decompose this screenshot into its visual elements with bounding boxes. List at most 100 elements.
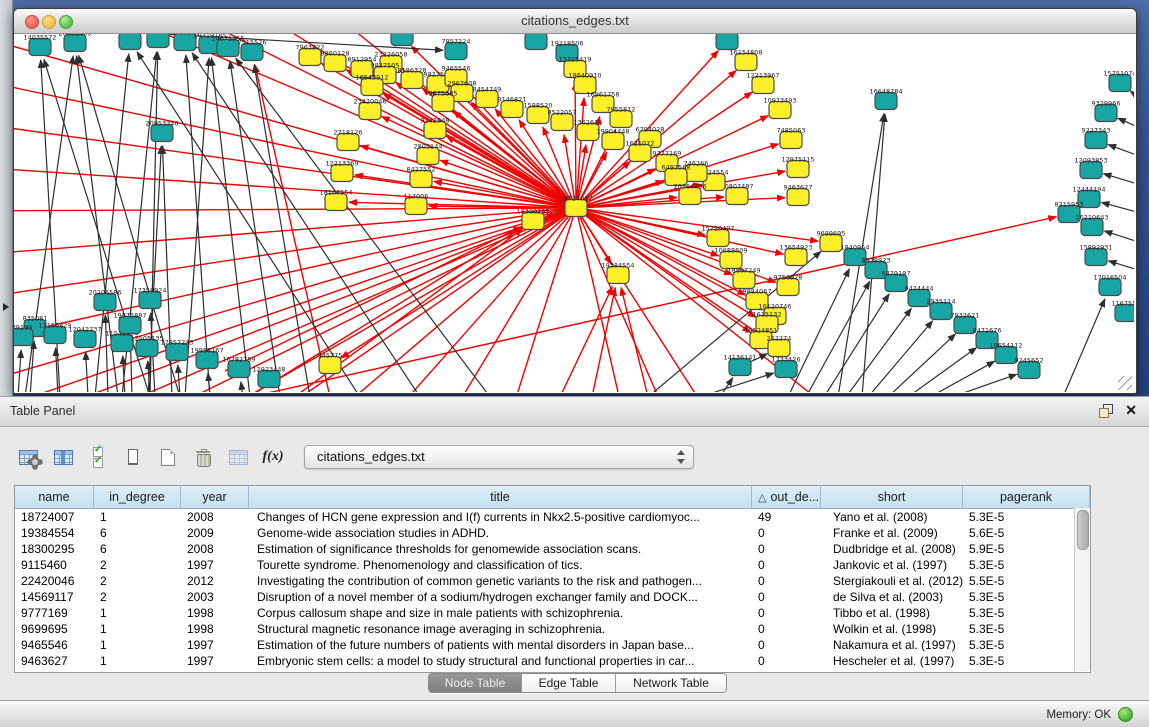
column-header-out-degree[interactable]: △ out_de...: [752, 486, 821, 508]
table-cell[interactable]: Changes of HCN gene expression and I(f) …: [249, 509, 752, 525]
table-cell[interactable]: Tibbo et al. (1998): [821, 605, 963, 621]
graph-edge[interactable]: [824, 294, 889, 392]
citation-network-graph[interactable]: 1872400714035572206914061065328715276022…: [14, 34, 1134, 392]
table-cell[interactable]: 9699695: [15, 621, 94, 637]
table-cell[interactable]: Structural magnetic resonance image aver…: [249, 621, 752, 637]
table-cell[interactable]: 5.9E-5: [963, 541, 1090, 557]
graph-edge[interactable]: [1063, 299, 1105, 392]
graph-edge[interactable]: [373, 76, 576, 208]
table-cell[interactable]: 2: [94, 589, 181, 605]
table-cell[interactable]: 9115460: [15, 557, 94, 573]
graph-edge[interactable]: [86, 352, 88, 392]
table-cell[interactable]: 1: [94, 509, 181, 525]
table-cell[interactable]: 0: [752, 525, 821, 541]
delete-table-button[interactable]: [226, 445, 250, 469]
function-builder-button[interactable]: f(x): [261, 445, 285, 469]
column-header-name[interactable]: name: [15, 486, 94, 508]
float-panel-icon[interactable]: [1099, 404, 1113, 418]
table-cell[interactable]: 1: [94, 637, 181, 653]
row-height-button[interactable]: [121, 445, 145, 469]
table-cell[interactable]: 18300295: [15, 541, 94, 557]
graph-node-16053809[interactable]: [391, 34, 413, 46]
graph-edge[interactable]: [225, 227, 521, 371]
graph-edge[interactable]: [105, 315, 108, 392]
graph-edge[interactable]: [868, 321, 933, 392]
graph-edge[interactable]: [1118, 118, 1134, 131]
table-cell[interactable]: Nakamura et al. (1997): [821, 637, 963, 653]
table-cell[interactable]: Jankovic et al. (1997): [821, 557, 963, 573]
table-cell[interactable]: de Silva et al. (2003): [821, 589, 963, 605]
table-cell[interactable]: 2003: [181, 589, 249, 605]
table-cell[interactable]: 0: [752, 541, 821, 557]
table-select-dropdown[interactable]: citations_edges.txt: [304, 445, 694, 469]
table-cell[interactable]: 5.3E-5: [963, 557, 1090, 573]
delete-column-button[interactable]: [191, 445, 215, 469]
table-cell[interactable]: 1998: [181, 605, 249, 621]
left-panel-gutter[interactable]: [0, 0, 13, 396]
table-cell[interactable]: 14569117: [15, 589, 94, 605]
table-cell[interactable]: Corpus callosum shape and size in male p…: [249, 605, 752, 621]
graph-edge[interactable]: [211, 58, 250, 392]
show-columns-button[interactable]: [51, 445, 75, 469]
table-cell[interactable]: 0: [752, 605, 821, 621]
graph-edge[interactable]: [592, 288, 615, 392]
panel-expand-icon[interactable]: [3, 303, 9, 311]
table-row[interactable]: 946362711997Embryonic stem cells: a mode…: [15, 653, 1090, 669]
network-canvas[interactable]: 1872400714035572206914061065328715276022…: [14, 34, 1134, 392]
graph-edge[interactable]: [1103, 174, 1134, 187]
table-cell[interactable]: Dudbridge et al. (2008): [821, 541, 963, 557]
table-cell[interactable]: 18724007: [15, 509, 94, 525]
graph-edge[interactable]: [460, 208, 576, 392]
select-all-button[interactable]: [86, 445, 110, 469]
table-cell[interactable]: 5.3E-5: [963, 653, 1090, 669]
table-row[interactable]: 977716911998Corpus callosum shape and si…: [15, 605, 1090, 621]
table-row[interactable]: 1872400712008Changes of HCN gene express…: [15, 509, 1090, 525]
graph-edge[interactable]: [178, 365, 180, 392]
table-cell[interactable]: 0: [752, 653, 821, 669]
tab-network-table[interactable]: Network Table: [616, 674, 726, 692]
graph-edge[interactable]: [576, 208, 719, 256]
graph-edge[interactable]: [230, 61, 280, 392]
create-column-button[interactable]: [156, 445, 180, 469]
tab-node-table[interactable]: Node Table: [429, 674, 522, 692]
tab-edge-table[interactable]: Edge Table: [522, 674, 616, 692]
table-cell[interactable]: 2: [94, 573, 181, 589]
table-cell[interactable]: 0: [752, 557, 821, 573]
graph-edge[interactable]: [241, 382, 243, 392]
table-cell[interactable]: 9463627: [15, 653, 94, 669]
table-scrollbar[interactable]: [1074, 508, 1090, 671]
table-row[interactable]: 911546021997Tourette syndrome. Phenomeno…: [15, 557, 1090, 573]
table-cell[interactable]: 0: [752, 573, 821, 589]
table-cell[interactable]: Embryonic stem cells: a model to study s…: [249, 653, 752, 669]
graph-edge[interactable]: [350, 208, 576, 392]
table-cell[interactable]: 1: [94, 653, 181, 669]
table-cell[interactable]: 9777169: [15, 605, 94, 621]
column-header-in-degree[interactable]: in_degree: [94, 486, 181, 508]
graph-edge[interactable]: [908, 348, 976, 392]
network-window-titlebar[interactable]: citations_edges.txt: [14, 9, 1136, 34]
table-cell[interactable]: 9465546: [15, 637, 94, 653]
table-cell[interactable]: Hescheler et al. (1997): [821, 653, 963, 669]
table-row[interactable]: 1456911722003Disruption of a novel membe…: [15, 589, 1090, 605]
graph-edge[interactable]: [1108, 261, 1134, 273]
table-cell[interactable]: Wolkin et al. (1998): [821, 621, 963, 637]
graph-edge[interactable]: [576, 208, 660, 392]
table-settings-button[interactable]: [16, 445, 40, 469]
close-panel-icon[interactable]: ✕: [1125, 402, 1137, 418]
table-row[interactable]: 946554611997Estimation of the future num…: [15, 637, 1090, 653]
table-cell[interactable]: 1: [94, 605, 181, 621]
table-cell[interactable]: 0: [752, 621, 821, 637]
column-header-short[interactable]: short: [821, 486, 963, 508]
graph-edge[interactable]: [240, 208, 576, 392]
graph-node-10653287[interactable]: [119, 34, 141, 50]
table-cell[interactable]: 49: [752, 509, 821, 525]
table-cell[interactable]: Franke et al. (2009): [821, 525, 963, 541]
table-cell[interactable]: 1997: [181, 653, 249, 669]
graph-edge[interactable]: [888, 334, 956, 392]
graph-edge[interactable]: [1108, 145, 1134, 159]
table-cell[interactable]: Disruption of a novel member of a sodium…: [249, 589, 752, 605]
table-cell[interactable]: 0: [752, 637, 821, 653]
table-row[interactable]: 1830029562008Estimation of significance …: [15, 541, 1090, 557]
table-cell[interactable]: Estimation of significance thresholds fo…: [249, 541, 752, 557]
graph-edge[interactable]: [575, 82, 576, 208]
